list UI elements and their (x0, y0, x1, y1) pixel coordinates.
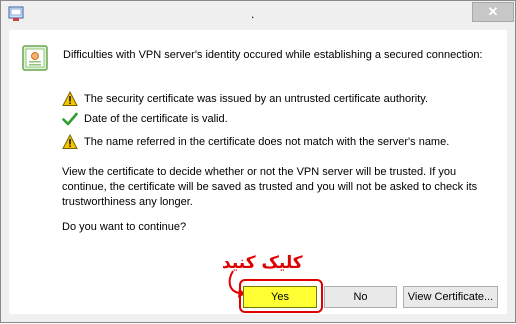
close-icon: ✕ (487, 4, 499, 19)
yes-button-label: Yes (271, 291, 289, 303)
header-message: Difficulties with VPN server's identity … (63, 49, 483, 61)
dialog-window: . ✕ Difficulties with VPN server's ident… (0, 0, 516, 323)
yes-button[interactable]: Yes (243, 286, 317, 308)
explanation-paragraph: View the certificate to decide whether o… (62, 166, 478, 208)
view-certificate-button-label: View Certificate... (407, 291, 494, 303)
no-button[interactable]: No (324, 286, 397, 308)
check-item-date-valid: Date of the certificate is valid. (84, 113, 228, 125)
title-bar: . ✕ (1, 1, 515, 29)
continue-question: Do you want to continue? (62, 221, 187, 233)
view-certificate-button[interactable]: View Certificate... (403, 286, 498, 308)
check-item-name-mismatch: The name referred in the certificate doe… (84, 136, 450, 148)
close-button[interactable]: ✕ (472, 2, 514, 22)
app-icon (8, 6, 24, 21)
warning-icon (62, 91, 78, 106)
certificate-icon (22, 45, 48, 71)
click-here-annotation: کلیک کنید (222, 253, 303, 273)
warning-icon (62, 134, 78, 149)
window-title: . (251, 7, 255, 21)
checkmark-icon (62, 112, 78, 126)
no-button-label: No (353, 291, 368, 303)
check-item-untrusted-authority: The security certificate was issued by a… (84, 93, 429, 105)
